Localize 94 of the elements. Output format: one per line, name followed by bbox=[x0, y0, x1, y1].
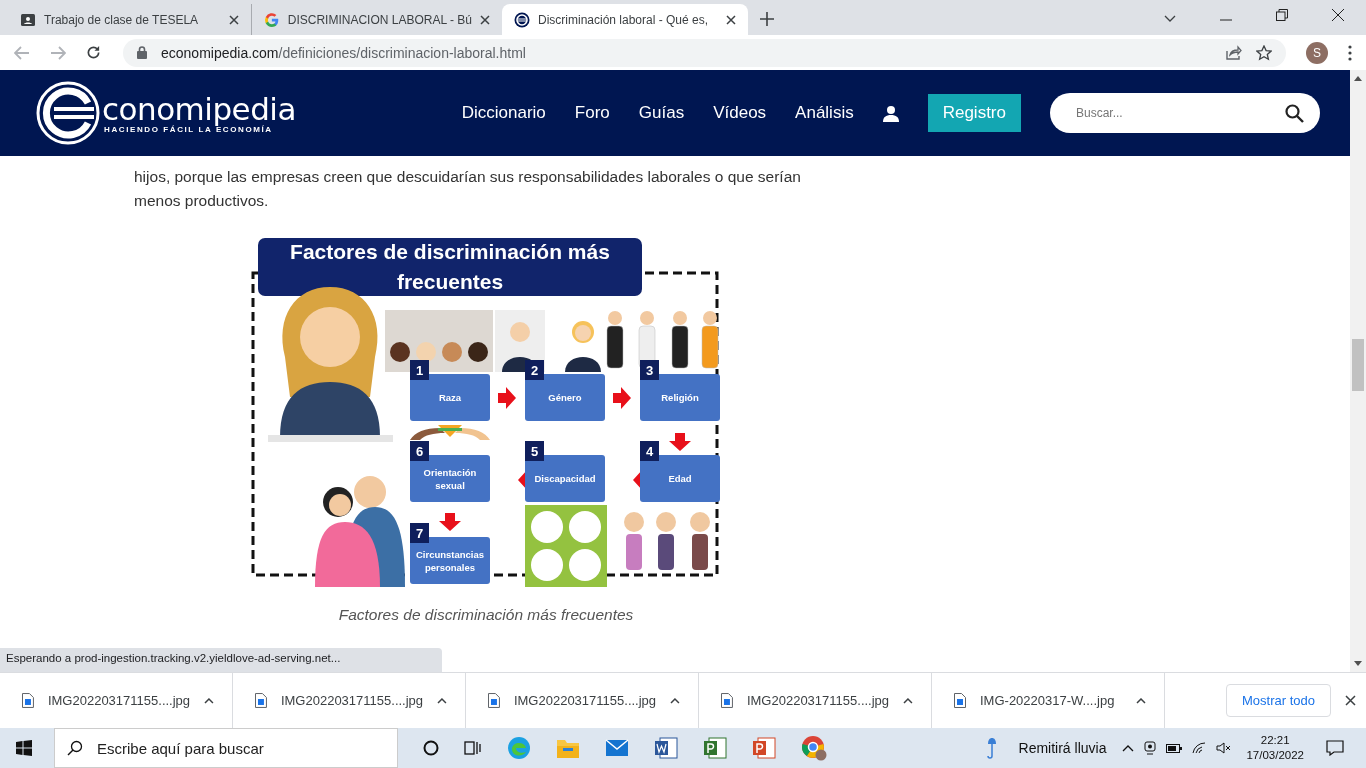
scrollbar-thumb[interactable] bbox=[1352, 339, 1364, 391]
classroom-icon bbox=[20, 11, 36, 28]
nav-link[interactable]: Guías bbox=[638, 103, 685, 123]
url-text: economipedia.com/definiciones/discriminacion-laboral.html bbox=[161, 44, 526, 61]
star-icon[interactable] bbox=[1256, 44, 1272, 61]
chrome-browser-icon[interactable] bbox=[801, 735, 827, 761]
google-g-icon bbox=[264, 11, 280, 28]
address-bar[interactable]: economipedia.com/definiciones/discriminacion-laboral.html bbox=[123, 38, 1286, 67]
caret-up-icon[interactable] bbox=[437, 697, 447, 704]
restore-icon[interactable] bbox=[1276, 9, 1288, 21]
battery-icon[interactable] bbox=[1166, 743, 1183, 753]
title-banner: Factores de discriminación más frecuentes bbox=[258, 238, 642, 296]
powerpoint-document-icon[interactable] bbox=[752, 736, 776, 760]
flow-arrow bbox=[613, 387, 631, 409]
tab-title: Discriminación laboral - Qué es, bbox=[538, 12, 710, 27]
image-file-icon bbox=[954, 693, 966, 708]
nav-link[interactable]: Análisis bbox=[795, 103, 854, 123]
step-number: 2 bbox=[525, 360, 544, 380]
word-document-icon[interactable] bbox=[654, 736, 678, 760]
step-box: Género bbox=[525, 374, 605, 421]
step-number: 1 bbox=[410, 360, 429, 380]
site-logo-icon[interactable] bbox=[36, 81, 100, 145]
status-bubble: Esperando a prod-ingestion.tracking.v2.yieldlove-ad-serving.net... bbox=[0, 648, 442, 672]
umbrella-icon bbox=[986, 737, 997, 759]
image-file-icon bbox=[255, 693, 267, 708]
chevron-down-icon[interactable] bbox=[1164, 15, 1176, 23]
site-name: conomipedia bbox=[102, 92, 296, 125]
step-box: Raza bbox=[410, 374, 490, 421]
flow-arrow bbox=[439, 513, 461, 531]
close-icon[interactable] bbox=[726, 14, 736, 25]
step-box: Edad bbox=[640, 455, 720, 502]
notification-icon[interactable] bbox=[1326, 740, 1344, 756]
mail-icon[interactable] bbox=[605, 738, 629, 758]
scroll-up-arrow-icon[interactable] bbox=[1354, 76, 1362, 81]
article-paragraph: hijos, porque las empresas creen que descuidarían sus responsabilidades laborales o que serían menos productivos. bbox=[134, 167, 802, 211]
chevron-up-icon[interactable] bbox=[1122, 744, 1135, 752]
cortana-circle-icon[interactable] bbox=[423, 740, 439, 756]
close-icon[interactable] bbox=[1332, 9, 1344, 21]
step-number: 3 bbox=[640, 360, 659, 380]
windows-start-icon[interactable] bbox=[16, 740, 32, 756]
weather-text[interactable]: Remitirá lluvia bbox=[1018, 740, 1107, 756]
browser-tab[interactable]: Trabajo de clase de TESELA bbox=[8, 4, 252, 35]
site-logo-icon bbox=[514, 11, 530, 28]
step-box: Religión bbox=[640, 374, 720, 421]
nav-link[interactable]: Foro bbox=[574, 103, 610, 123]
caret-up-icon[interactable] bbox=[204, 697, 214, 704]
step-box: Discapacidad bbox=[525, 455, 605, 502]
close-icon[interactable] bbox=[480, 14, 490, 25]
speaker-muted-icon[interactable] bbox=[1216, 742, 1233, 754]
search-input[interactable]: Buscar... bbox=[1074, 105, 1285, 121]
step-number: 6 bbox=[410, 441, 429, 461]
reload-icon[interactable] bbox=[86, 45, 101, 60]
nav-link[interactable]: Diccionario bbox=[461, 103, 546, 123]
webcam-icon[interactable] bbox=[1144, 741, 1157, 755]
figure-caption: Factores de discriminación más frecuentes bbox=[337, 606, 635, 624]
search-icon[interactable] bbox=[1285, 103, 1304, 123]
taskbar-search-input[interactable]: Escribe aquí para buscar bbox=[95, 738, 385, 758]
scroll-down-arrow-icon[interactable] bbox=[1354, 661, 1362, 666]
user-icon[interactable] bbox=[882, 104, 899, 122]
step-box: Circunstancias personales bbox=[410, 537, 490, 584]
lock-icon bbox=[137, 46, 147, 59]
tab-title: Trabajo de clase de TESELA bbox=[44, 12, 200, 27]
step-box: Orientación sexual bbox=[410, 455, 490, 502]
search-bar[interactable]: Buscar... bbox=[1050, 93, 1320, 133]
profile-avatar[interactable]: S bbox=[1306, 41, 1328, 64]
step-number: 4 bbox=[640, 441, 659, 461]
image-file-icon bbox=[488, 693, 500, 708]
close-icon[interactable] bbox=[229, 14, 239, 25]
flow-arrow bbox=[669, 433, 691, 451]
browser-tab[interactable]: Discriminación laboral - Qué es, bbox=[502, 4, 748, 35]
folder-icon[interactable] bbox=[556, 737, 580, 759]
clock[interactable]: 22:21 17/03/2022 bbox=[1246, 733, 1304, 763]
share-icon[interactable] bbox=[1226, 45, 1242, 60]
step-number: 5 bbox=[525, 441, 544, 461]
step-number: 7 bbox=[410, 523, 429, 543]
image-file-icon bbox=[22, 693, 34, 708]
show-all-button[interactable]: Mostrar todo bbox=[1226, 684, 1331, 717]
task-view-icon[interactable] bbox=[464, 740, 482, 756]
search-icon bbox=[67, 740, 83, 756]
close-icon[interactable] bbox=[1345, 695, 1356, 706]
tab-title: DISCRIMINACION LABORAL - Bú bbox=[287, 12, 472, 27]
caret-up-icon[interactable] bbox=[1136, 697, 1146, 704]
nav-link[interactable]: Vídeos bbox=[713, 103, 767, 123]
new-tab-icon[interactable] bbox=[760, 12, 774, 26]
project-document-icon[interactable] bbox=[703, 736, 727, 760]
flow-arrow bbox=[498, 387, 516, 409]
caret-up-icon[interactable] bbox=[903, 697, 913, 704]
wifi-icon[interactable] bbox=[1192, 742, 1207, 754]
menu-dots-icon[interactable] bbox=[1348, 44, 1352, 61]
browser-tab[interactable]: DISCRIMINACION LABORAL - Bú bbox=[252, 4, 502, 35]
taskbar-search-bar[interactable]: Escribe aquí para buscar bbox=[54, 728, 398, 768]
image-file-icon bbox=[721, 693, 733, 708]
caret-up-icon[interactable] bbox=[670, 697, 680, 704]
scrollbar[interactable] bbox=[1350, 70, 1366, 672]
